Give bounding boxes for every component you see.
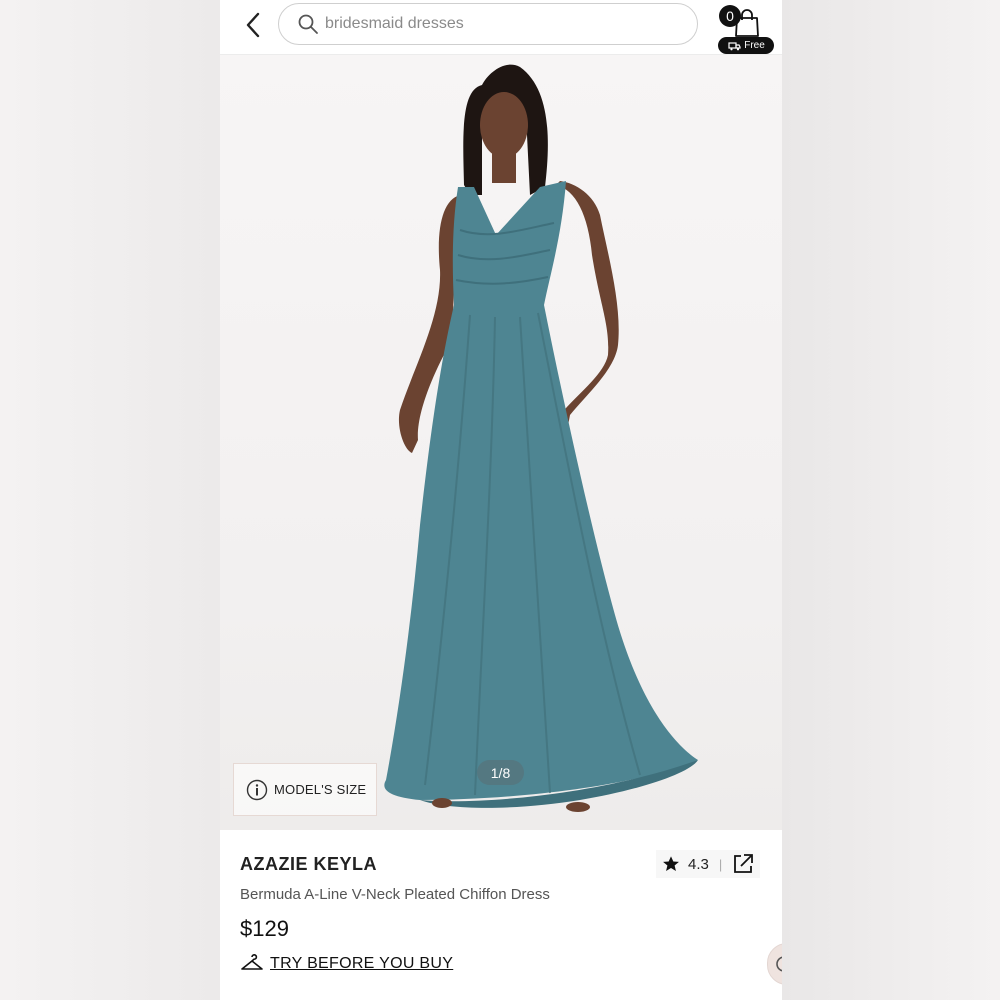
- background-right: [782, 0, 1000, 1000]
- product-brand: AZAZIE KEYLA: [240, 854, 378, 874]
- rating-bar[interactable]: 4.3 |: [656, 850, 760, 878]
- try-before-you-buy-label: TRY BEFORE YOU BUY: [270, 955, 454, 972]
- rating-value: 4.3: [688, 855, 709, 873]
- share-icon[interactable]: [732, 853, 754, 875]
- app-screen: bridesmaid dresses 0 Free MODEL'S SIZE 1…: [220, 0, 782, 1000]
- chevron-left-icon: [246, 12, 260, 38]
- free-shipping-label: Free: [744, 40, 765, 51]
- chat-button[interactable]: [767, 943, 782, 985]
- rating-separator: |: [718, 856, 723, 872]
- search-icon: [298, 14, 318, 34]
- product-price: $129: [240, 916, 289, 941]
- image-counter: 1/8: [477, 760, 524, 785]
- back-button[interactable]: [238, 10, 268, 40]
- cart-count-badge: 0: [719, 5, 741, 27]
- chat-icon: [776, 956, 782, 972]
- truck-icon: [728, 41, 741, 50]
- hanger-icon: [241, 954, 263, 970]
- models-size-button[interactable]: MODEL'S SIZE: [233, 763, 377, 816]
- background-left: [0, 0, 220, 1000]
- star-icon: [663, 856, 679, 872]
- product-info: AZAZIE KEYLA Bermuda A-Line V-Neck Pleat…: [220, 830, 782, 1000]
- search-input[interactable]: bridesmaid dresses: [278, 3, 698, 45]
- model-photo: [384, 64, 698, 812]
- free-shipping-badge: Free: [718, 37, 774, 54]
- top-bar: bridesmaid dresses 0 Free: [220, 0, 782, 55]
- product-image[interactable]: MODEL'S SIZE 1/8: [220, 55, 782, 830]
- product-name: Bermuda A-Line V-Neck Pleated Chiffon Dr…: [240, 886, 550, 903]
- models-size-label: MODEL'S SIZE: [274, 782, 367, 797]
- search-placeholder: bridesmaid dresses: [325, 15, 464, 32]
- info-icon: [246, 779, 268, 800]
- try-before-you-buy-link[interactable]: TRY BEFORE YOU BUY: [240, 954, 453, 974]
- cart-button[interactable]: 0 Free: [718, 4, 776, 54]
